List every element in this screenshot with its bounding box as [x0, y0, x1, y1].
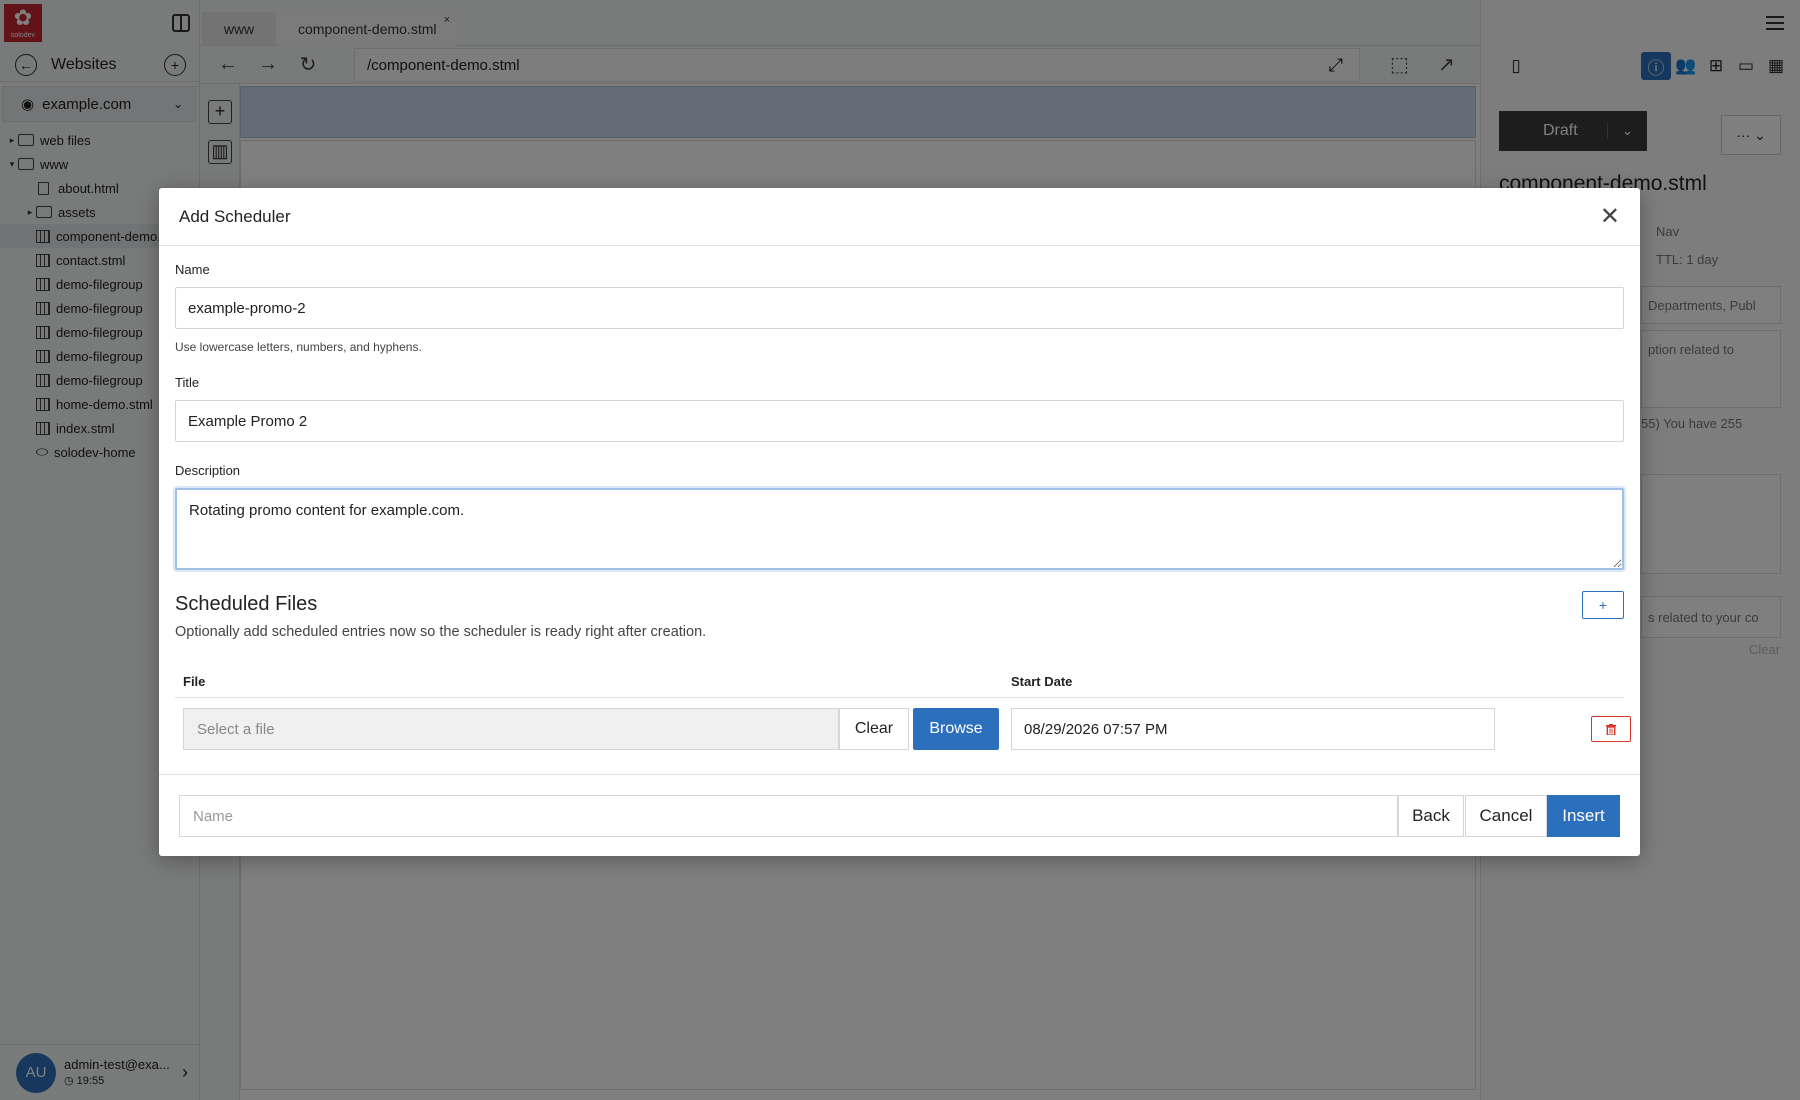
scheduled-files-description: Optionally add scheduled entries now so …	[175, 624, 707, 640]
insert-button[interactable]: Insert	[1547, 795, 1620, 837]
delete-row-button[interactable]	[1591, 716, 1631, 742]
title-input[interactable]: Example Promo 2	[175, 400, 1624, 442]
footer-name-input[interactable]: Name	[179, 795, 1398, 837]
back-button[interactable]: Back	[1398, 795, 1464, 837]
table-row: Select a file Clear Browse 08/29/2026 07…	[175, 698, 1631, 762]
name-help-text: Use lowercase letters, numbers, and hyph…	[175, 340, 422, 354]
column-header-file: File	[183, 674, 206, 689]
add-scheduler-dialog: Add Scheduler ✕ Name example-promo-2 Use…	[159, 188, 1640, 856]
name-label: Name	[175, 262, 210, 277]
name-input[interactable]: example-promo-2	[175, 287, 1624, 329]
scheduled-files-header: Scheduled Files Optionally add scheduled…	[175, 591, 1624, 640]
file-select-input[interactable]: Select a file	[183, 708, 839, 750]
table-header-row: File Start Date	[175, 672, 1624, 698]
modal-body: Name example-promo-2 Use lowercase lette…	[159, 246, 1640, 762]
modal-footer: Name Back Cancel Insert	[159, 774, 1640, 856]
cancel-button[interactable]: Cancel	[1465, 795, 1547, 837]
scheduled-files-table: File Start Date Select a file Clear Brow…	[175, 672, 1631, 762]
column-header-start-date: Start Date	[1011, 674, 1073, 689]
modal-header: Add Scheduler ✕	[159, 188, 1640, 246]
start-date-input[interactable]: 08/29/2026 07:57 PM	[1011, 708, 1495, 750]
close-icon[interactable]: ✕	[1600, 204, 1620, 229]
title-label: Title	[175, 375, 200, 390]
browse-button[interactable]: Browse	[913, 708, 999, 750]
modal-title: Add Scheduler	[179, 206, 291, 226]
scheduled-files-title: Scheduled Files	[175, 593, 318, 615]
trash-icon	[1606, 723, 1616, 735]
description-textarea[interactable]: Rotating promo content for example.com.	[175, 488, 1624, 570]
add-schedule-button[interactable]: +	[1582, 591, 1624, 619]
clear-file-button[interactable]: Clear	[839, 708, 909, 750]
description-label: Description	[175, 463, 241, 478]
